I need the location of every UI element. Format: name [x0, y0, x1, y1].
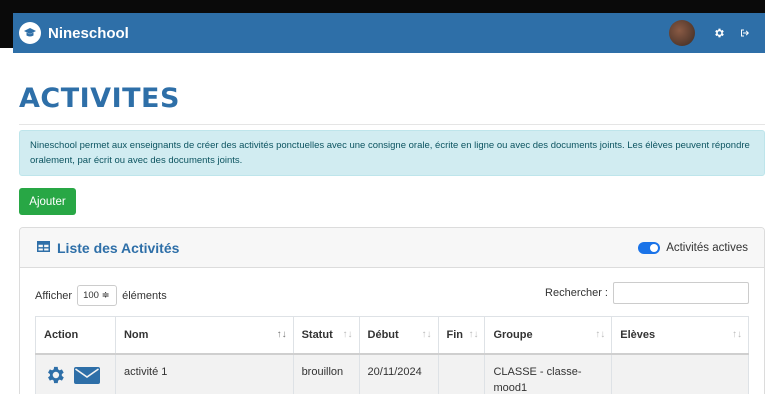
sort-icon: ↑↓	[342, 329, 353, 340]
table-header-row: Action Nom ↑↓ Statut ↑↓ Début ↑↓ Fin ↑↓ Grou…	[35, 316, 749, 355]
length-suffix: éléments	[122, 289, 167, 302]
active-toggle[interactable]: Activités actives	[638, 241, 748, 254]
sort-icon: ↑↓	[732, 329, 742, 340]
toggle-switch[interactable]	[638, 241, 661, 254]
search-control: Rechercher :	[545, 282, 749, 304]
sort-icon: ↑↓	[595, 329, 606, 340]
cell-eleves	[611, 353, 749, 394]
card-header: Liste des Activités Activités actives	[20, 228, 764, 268]
col-eleves[interactable]: Elèves ↑↓	[611, 316, 749, 355]
col-statut[interactable]: Statut ↑↓	[292, 316, 360, 355]
length-prefix: Afficher	[35, 289, 73, 302]
col-fin[interactable]: Fin ↑↓	[437, 316, 486, 355]
title-divider	[19, 124, 765, 125]
table-row: activité 1 brouillon 20/11/2024 CLASSE -…	[35, 353, 749, 394]
cell-statut: brouillon	[292, 353, 360, 394]
gear-icon[interactable]	[44, 364, 66, 391]
page-title: ACTIVITES	[19, 83, 180, 114]
avatar[interactable]	[669, 20, 695, 46]
sort-icon: ↑↓	[276, 329, 287, 340]
activities-card: Liste des Activités Activités actives Af…	[19, 227, 765, 394]
top-navbar: Nineschool	[0, 0, 765, 53]
sort-icon: ↑↓	[421, 329, 432, 340]
info-alert: Nineschool permet aux enseignants de cré…	[19, 130, 765, 176]
search-label: Rechercher :	[545, 287, 608, 299]
cell-groupe: CLASSE - classe-mood1	[484, 353, 613, 394]
cell-action	[35, 353, 116, 394]
col-action: Action	[35, 316, 116, 355]
search-input[interactable]	[613, 282, 749, 304]
cell-nom[interactable]: activité 1	[114, 353, 294, 394]
cell-debut: 20/11/2024	[358, 353, 439, 394]
page-length-control: Afficher 100 ≑ éléments	[35, 285, 167, 306]
table-icon	[37, 239, 50, 257]
col-nom[interactable]: Nom ↑↓	[114, 316, 294, 355]
brand-name: Nineschool	[48, 24, 129, 42]
navbar-bar: Nineschool	[13, 13, 765, 53]
cell-fin	[437, 353, 486, 394]
logout-icon[interactable]	[739, 27, 751, 39]
page-length-select[interactable]: 100 ≑	[77, 285, 118, 306]
toggle-label: Activités actives	[666, 241, 748, 254]
col-debut[interactable]: Début ↑↓	[358, 316, 439, 355]
graduation-cap-icon	[19, 22, 41, 44]
add-button[interactable]: Ajouter	[19, 188, 76, 215]
sort-icon: ↑↓	[468, 329, 479, 340]
col-groupe[interactable]: Groupe ↑↓	[484, 316, 613, 355]
card-title: Liste des Activités	[57, 239, 180, 256]
gear-icon[interactable]	[713, 27, 725, 39]
activities-table: Action Nom ↑↓ Statut ↑↓ Début ↑↓ Fin ↑↓ Grou…	[35, 316, 749, 394]
envelope-icon[interactable]	[74, 365, 100, 390]
brand[interactable]: Nineschool	[19, 22, 129, 44]
